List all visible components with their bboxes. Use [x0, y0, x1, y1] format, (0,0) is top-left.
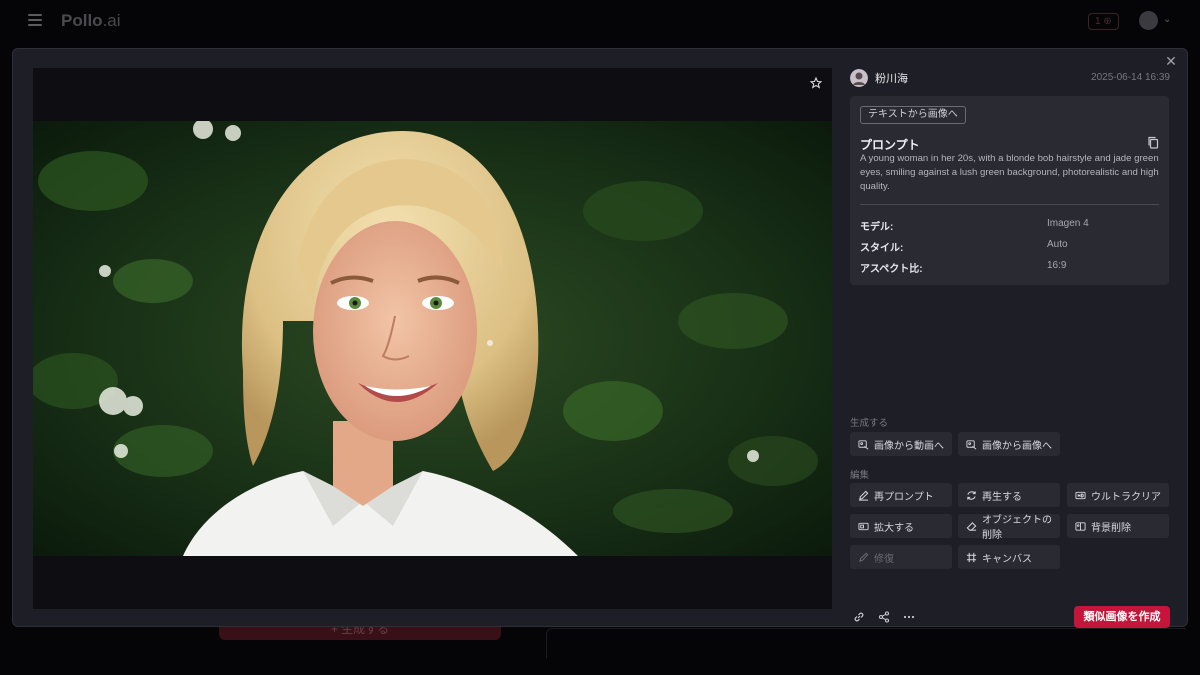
edit-section-label: 編集 — [850, 470, 870, 481]
remove-object-button[interactable]: オブジェクトの削除 — [958, 514, 1060, 541]
app-logo: Pollo.ai — [61, 11, 121, 30]
button-label: 再プロンプト — [874, 491, 934, 503]
pencil-icon — [858, 490, 869, 501]
star-icon[interactable] — [808, 76, 824, 92]
button-label: 修復 — [874, 553, 894, 565]
image-detail-modal: ✕ 粉川海 2025-06-14 16:39 テキストから画像へ プロンプト A… — [12, 48, 1188, 628]
divider — [860, 204, 1159, 205]
upscale-icon — [858, 521, 869, 532]
spec-value: 16:9 — [1047, 260, 1067, 271]
generated-image — [33, 119, 832, 556]
button-label: 画像から動画へ — [874, 440, 944, 452]
button-label: 拡大する — [874, 522, 914, 534]
spec-value: Imagen 4 — [1047, 218, 1089, 229]
share-icon[interactable] — [878, 610, 892, 624]
copy-icon[interactable] — [1147, 136, 1159, 149]
button-label: オブジェクトの削除 — [982, 515, 1052, 541]
spec-row-model: モデル: Imagen 4 — [860, 218, 1159, 233]
image-to-image-button[interactable]: 画像から画像へ — [958, 432, 1060, 456]
spec-label: アスペクト比: — [860, 264, 923, 275]
spec-row-aspect: アスペクト比: 16:9 — [860, 260, 1159, 275]
canvas-icon — [966, 552, 977, 563]
repair-button[interactable]: 修復 — [850, 545, 952, 569]
remove-background-button[interactable]: 背景削除 — [1067, 514, 1169, 538]
button-label: 背景削除 — [1091, 522, 1131, 534]
image-video-icon — [858, 439, 869, 450]
prompt-title: プロンプト — [860, 138, 920, 152]
link-icon[interactable] — [853, 610, 867, 624]
author-name[interactable]: 粉川海 — [875, 70, 908, 86]
more-icon[interactable] — [903, 610, 917, 624]
upscale-button[interactable]: 拡大する — [850, 514, 952, 538]
image-viewer — [33, 68, 832, 609]
close-icon[interactable]: ✕ — [1163, 53, 1179, 69]
generate-section-label: 生成する — [850, 418, 889, 429]
chevron-down-icon[interactable]: ⌄ — [1163, 14, 1171, 25]
remove-background-icon — [1075, 521, 1086, 532]
timestamp: 2025-06-14 16:39 — [1091, 72, 1170, 83]
credit-badge: 1 ⊕ — [1088, 13, 1119, 30]
detail-panel: 粉川海 2025-06-14 16:39 テキストから画像へ プロンプト A y… — [850, 68, 1170, 628]
create-similar-button[interactable]: 類似画像を作成 — [1074, 606, 1170, 628]
button-label: ウルトラクリア — [1091, 491, 1161, 503]
background-header: Pollo.ai 1 ⊕ ⌄ — [0, 0, 1200, 44]
prompt-info-card: テキストから画像へ プロンプト A young woman in her 20s… — [850, 96, 1169, 285]
spec-value: Auto — [1047, 239, 1068, 250]
background-panel — [546, 628, 1186, 658]
author-avatar[interactable] — [850, 69, 868, 87]
button-label: 再生する — [982, 491, 1022, 503]
button-label: 画像から画像へ — [982, 440, 1052, 452]
reprompt-button[interactable]: 再プロンプト — [850, 483, 952, 507]
mode-tag: テキストから画像へ — [860, 106, 966, 124]
button-label: キャンバス — [982, 553, 1032, 565]
canvas-button[interactable]: キャンバス — [958, 545, 1060, 569]
image-to-video-button[interactable]: 画像から動画へ — [850, 432, 952, 456]
regenerate-button[interactable]: 再生する — [958, 483, 1060, 507]
menu-icon[interactable] — [28, 14, 42, 26]
spec-label: モデル: — [860, 222, 894, 233]
user-avatar[interactable] — [1139, 11, 1158, 30]
prompt-text: A young woman in her 20s, with a blonde … — [860, 153, 1159, 192]
spec-label: スタイル: — [860, 243, 904, 254]
eraser-icon — [966, 521, 977, 532]
ultra-clear-button[interactable]: ウルトラクリア — [1067, 483, 1169, 507]
refresh-icon — [966, 490, 977, 501]
image-image-icon — [966, 439, 977, 450]
author-info: 粉川海 — [850, 68, 908, 88]
spec-row-style: スタイル: Auto — [860, 239, 1159, 254]
brush-icon — [858, 552, 869, 563]
hd-icon — [1075, 490, 1086, 501]
